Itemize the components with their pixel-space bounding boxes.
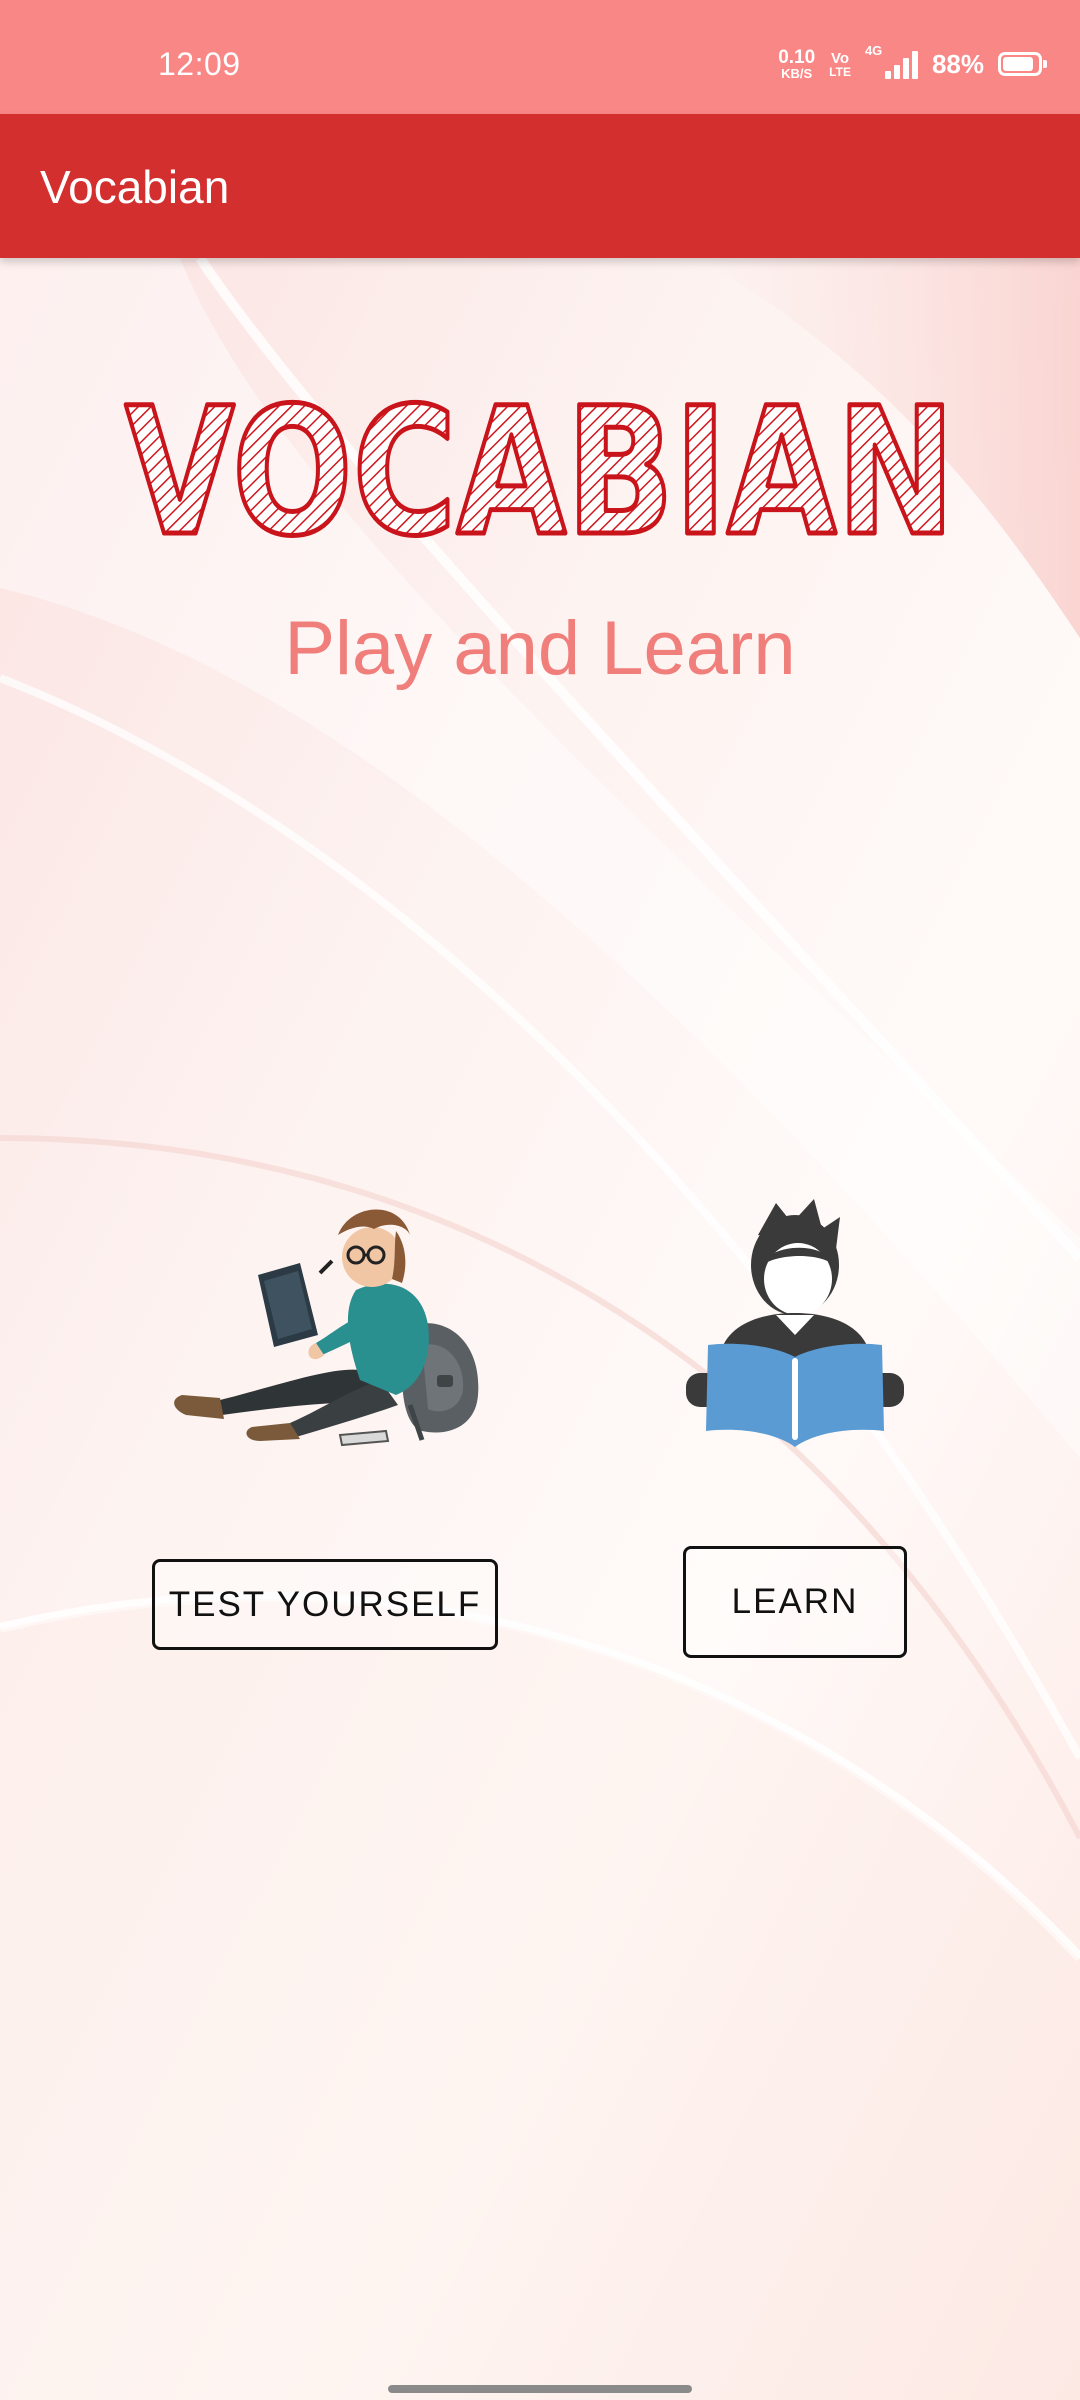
network-speed-icon: 0.10 KB/S xyxy=(778,48,815,80)
battery-icon xyxy=(998,52,1047,76)
network-speed-value: 0.10 xyxy=(778,47,816,68)
signal-bar xyxy=(884,71,891,79)
test-yourself-button[interactable]: TEST YOURSELF xyxy=(152,1559,498,1650)
network-speed-unit: KB/S xyxy=(781,66,813,81)
tagline: Play and Learn xyxy=(284,606,796,691)
signal-bar xyxy=(902,58,909,79)
app-title: Vocabian xyxy=(40,161,230,213)
learn-button[interactable]: LEARN xyxy=(683,1546,907,1658)
app-bar: Vocabian xyxy=(0,114,1080,258)
person-reading-book-icon xyxy=(686,1199,904,1447)
volte-top: Vo xyxy=(831,49,850,67)
gesture-nav-bar[interactable] xyxy=(388,2385,692,2393)
student-reading-illustration xyxy=(174,1209,479,1447)
status-time: 12:09 xyxy=(158,46,241,82)
signal-bar xyxy=(911,51,918,79)
volte-icon: Vo LTE xyxy=(829,51,851,78)
battery-fill xyxy=(1003,57,1033,71)
signal-icon: 4G xyxy=(865,43,918,79)
status-bar: 12:09 0.10 KB/S Vo LTE 4G 88% xyxy=(0,0,1080,114)
signal-bar xyxy=(893,65,900,79)
volte-bottom: LTE xyxy=(829,64,851,79)
logo-text: VOCABIAN xyxy=(125,375,955,555)
network-type: 4G xyxy=(864,43,883,58)
status-icons: 0.10 KB/S Vo LTE 4G 88% xyxy=(778,42,1047,86)
vocabian-logo: VOCABIAN xyxy=(123,375,958,555)
battery-percent: 88% xyxy=(931,48,984,79)
